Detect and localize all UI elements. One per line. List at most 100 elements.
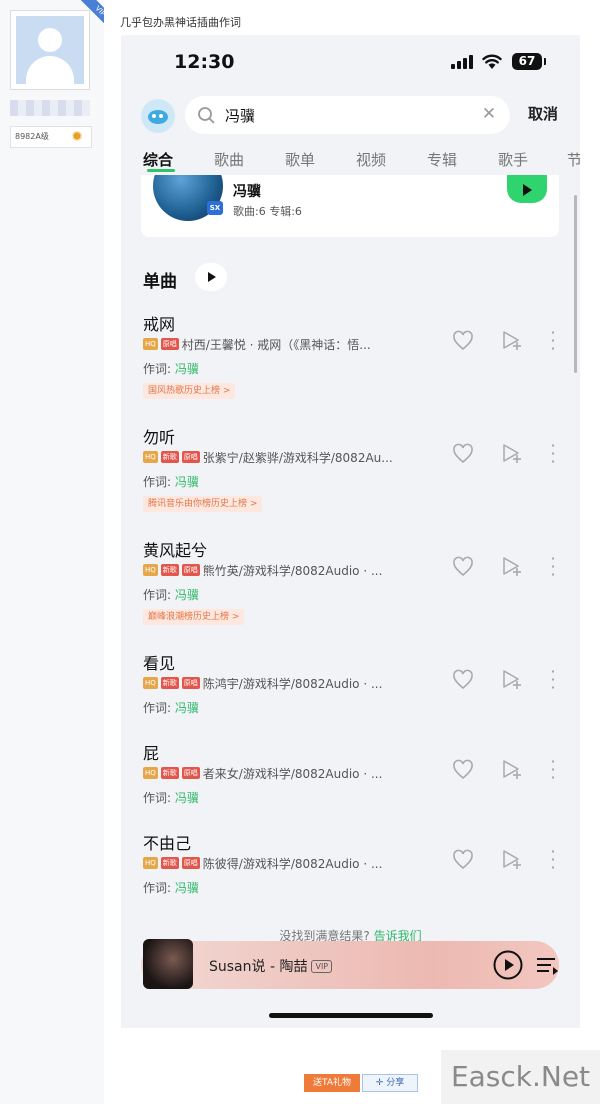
add-to-playlist-icon[interactable] xyxy=(499,758,523,782)
share-plus-icon: ✛ xyxy=(375,1078,387,1088)
battery-cap xyxy=(544,58,546,65)
song-row[interactable]: 屁 HQ 新歌 原唱 者来女/游戏科学/8082Audio · ... 作词: 冯骥 … xyxy=(121,740,580,840)
wifi-icon xyxy=(482,54,502,69)
heart-icon[interactable] xyxy=(451,329,475,353)
lyricist-link[interactable]: 冯骥 xyxy=(175,362,199,376)
lyricist-label: 作词: xyxy=(143,588,172,602)
search-header: 冯骥 ✕ 取消 xyxy=(121,95,580,135)
song-badge: HQ xyxy=(143,451,158,463)
song-row[interactable]: 不由己 HQ 新歌 原唱 陈彼得/游戏科学/8082Audio · ... 作词: 冯… xyxy=(121,830,580,930)
mini-player[interactable]: Susan说 - 陶喆 VIP xyxy=(141,939,559,989)
chart-history-tag[interactable]: 巅峰浪潮榜历史上榜 > xyxy=(143,609,245,625)
song-badge: 原唱 xyxy=(181,767,200,779)
play-all-button[interactable] xyxy=(195,263,227,291)
scrollbar[interactable] xyxy=(574,195,577,373)
battery-icon: 67 xyxy=(512,53,542,70)
lyricist-link[interactable]: 冯骥 xyxy=(175,588,199,602)
artist-card[interactable]: SX 冯骥 歌曲:6 专辑:6 xyxy=(141,175,559,237)
heart-icon[interactable] xyxy=(451,758,475,782)
artist-stats: 歌曲:6 专辑:6 xyxy=(233,205,302,218)
album-cover xyxy=(143,939,193,989)
status-time: 12:30 xyxy=(174,51,235,73)
lyricist-line: 作词: 冯骥 xyxy=(143,879,199,896)
song-badge: 原唱 xyxy=(181,857,200,869)
song-badge: HQ xyxy=(143,767,158,779)
search-query: 冯骥 xyxy=(225,107,256,125)
status-bar: 12:30 67 xyxy=(121,35,580,93)
post-title: 几乎包办黑神话插曲作词 xyxy=(120,16,241,29)
lyricist-line: 作词: 冯骥 xyxy=(143,473,199,490)
song-row[interactable]: 戒网 HQ 原唱 村西/王馨悦 · 戒网（《黑神话：悟... 作词: 冯骥 国风热歌… xyxy=(121,311,580,411)
more-icon[interactable]: · · · xyxy=(541,844,565,876)
lyricist-link[interactable]: 冯骥 xyxy=(175,881,199,895)
chart-history-tag[interactable]: 腾讯音乐由你榜历史上榜 > xyxy=(143,496,263,512)
heart-icon[interactable] xyxy=(451,848,475,872)
artist-badge: SX xyxy=(207,201,223,215)
song-artists: 张紫宁/赵紫骅/游戏科学/8082Au... xyxy=(202,451,393,465)
song-row[interactable]: 看见 HQ 新歌 原唱 陈鸿宇/游戏科学/8082Audio · ... 作词: 冯骥… xyxy=(121,650,580,750)
heart-icon[interactable] xyxy=(451,668,475,692)
tab-albums[interactable]: 专辑 xyxy=(427,149,457,170)
heart-icon[interactable] xyxy=(451,442,475,466)
lyricist-label: 作词: xyxy=(143,791,172,805)
star-badge-icon: ✹ xyxy=(71,129,83,145)
more-icon[interactable]: · · · xyxy=(541,438,565,470)
song-meta: HQ 新歌 原唱 陈鸿宇/游戏科学/8082Audio · ... xyxy=(143,675,382,691)
now-playing-title: Susan说 - 陶喆 VIP xyxy=(209,956,333,976)
lyricist-link[interactable]: 冯骥 xyxy=(175,701,199,715)
more-icon[interactable]: · · · xyxy=(541,664,565,696)
song-row[interactable]: 勿听 HQ 新歌 原唱 张紫宁/赵紫骅/游戏科学/8082Au... 作词: 冯骥 腾… xyxy=(121,424,580,524)
play-icon xyxy=(523,184,532,196)
lyricist-link[interactable]: 冯骥 xyxy=(175,475,199,489)
tab-comprehensive[interactable]: 综合 xyxy=(143,149,173,170)
blurred-username xyxy=(10,100,90,116)
song-meta: HQ 新歌 原唱 者来女/游戏科学/8082Audio · ... xyxy=(143,765,382,781)
song-badge: 新歌 xyxy=(160,767,179,779)
more-icon[interactable]: · · · xyxy=(541,754,565,786)
play-icon xyxy=(208,272,216,282)
lyricist-line: 作词: 冯骥 xyxy=(143,360,199,377)
artist-play-button[interactable] xyxy=(507,175,547,203)
add-to-playlist-icon[interactable] xyxy=(499,555,523,579)
add-to-playlist-icon[interactable] xyxy=(499,442,523,466)
song-badge: 新歌 xyxy=(160,451,179,463)
lyricist-line: 作词: 冯骥 xyxy=(143,789,199,806)
tab-videos[interactable]: 视频 xyxy=(356,149,386,170)
song-badge: HQ xyxy=(143,677,158,689)
song-title: 屁 xyxy=(143,744,160,763)
cancel-button[interactable]: 取消 xyxy=(528,103,558,124)
lyricist-label: 作词: xyxy=(143,881,172,895)
song-title: 勿听 xyxy=(143,428,176,447)
song-badge: HQ xyxy=(143,857,158,869)
song-title: 戒网 xyxy=(143,315,176,334)
search-input[interactable]: 冯骥 ✕ xyxy=(185,96,510,134)
app-logo-icon[interactable] xyxy=(141,99,175,133)
add-to-playlist-icon[interactable] xyxy=(499,668,523,692)
gift-button[interactable]: 送TA礼物 xyxy=(304,1074,360,1092)
user-level-label: 8982A级 xyxy=(15,132,49,141)
lyricist-link[interactable]: 冯骥 xyxy=(175,791,199,805)
song-meta: HQ 原唱 村西/王馨悦 · 戒网（《黑神话：悟... xyxy=(143,336,371,352)
play-pause-button[interactable] xyxy=(493,950,523,980)
more-icon[interactable]: · · · xyxy=(541,551,565,583)
heart-icon[interactable] xyxy=(451,555,475,579)
more-icon[interactable]: · · · xyxy=(541,325,565,357)
tab-more[interactable]: 节 xyxy=(567,149,580,170)
now-playing-label: Susan说 - 陶喆 xyxy=(209,959,308,975)
song-artists: 村西/王馨悦 · 戒网（《黑神话：悟... xyxy=(181,338,371,352)
tab-songs[interactable]: 歌曲 xyxy=(214,149,244,170)
clear-icon[interactable]: ✕ xyxy=(480,105,498,123)
lyricist-line: 作词: 冯骥 xyxy=(143,586,199,603)
song-title: 看见 xyxy=(143,654,176,673)
tab-playlists[interactable]: 歌单 xyxy=(285,149,315,170)
chart-history-tag[interactable]: 国风热歌历史上榜 > xyxy=(143,383,236,399)
artist-name: 冯骥 xyxy=(233,184,261,200)
share-label: 分享 xyxy=(386,1078,405,1088)
add-to-playlist-icon[interactable] xyxy=(499,848,523,872)
tab-singers[interactable]: 歌手 xyxy=(498,149,528,170)
user-avatar[interactable] xyxy=(10,10,90,90)
playlist-icon[interactable] xyxy=(535,953,559,977)
share-button[interactable]: ✛ 分享 xyxy=(362,1074,418,1092)
song-row[interactable]: 黄风起兮 HQ 新歌 原唱 熊竹英/游戏科学/8082Audio · ... 作词: … xyxy=(121,537,580,637)
add-to-playlist-icon[interactable] xyxy=(499,329,523,353)
